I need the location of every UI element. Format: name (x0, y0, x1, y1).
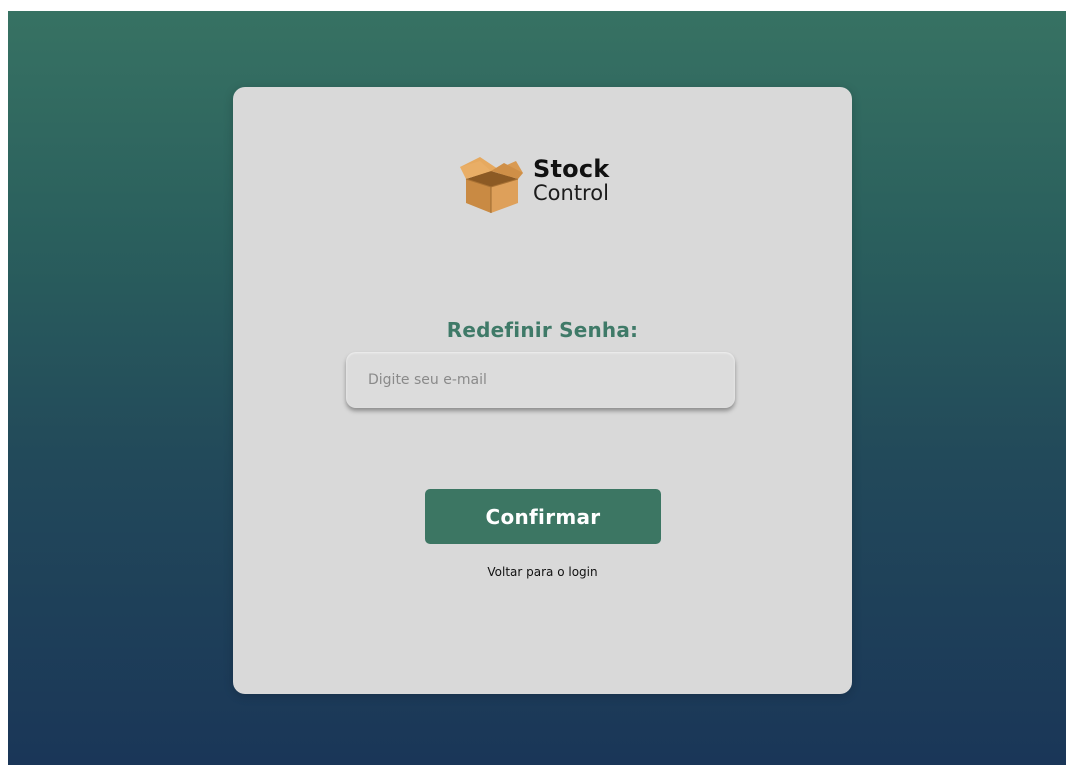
page-background: Stock Control Redefinir Senha: Confirmar… (8, 11, 1066, 765)
email-input[interactable] (346, 352, 735, 408)
cardboard-box-icon (460, 157, 523, 213)
reset-password-title: Redefinir Senha: (446, 318, 639, 342)
back-to-login-link[interactable]: Voltar para o login (233, 565, 852, 579)
logo-text: Stock Control (533, 157, 609, 204)
logo-title-stock: Stock (533, 155, 610, 183)
reset-password-card: Stock Control Redefinir Senha: Confirmar… (233, 87, 852, 694)
confirm-button[interactable]: Confirmar (425, 489, 661, 544)
app-logo: Stock Control (458, 153, 628, 215)
logo-title-control: Control (533, 181, 609, 205)
